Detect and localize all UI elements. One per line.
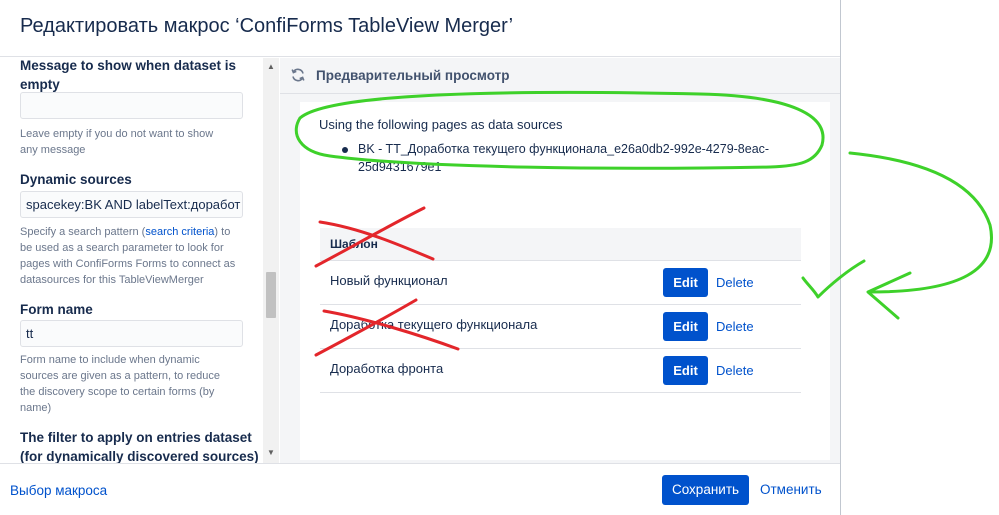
table-row: Новый функционал Edit Delete: [320, 261, 801, 305]
preview-header: Предварительный просмотр: [280, 58, 840, 94]
dynamic-sources-label: Dynamic sources: [20, 172, 132, 187]
row-template-name: Доработка текущего функционала: [330, 317, 538, 332]
filter-label: The filter to apply on entries dataset (…: [20, 428, 259, 463]
row-template-name: Новый функционал: [330, 273, 448, 288]
form-name-help-line4: name): [20, 402, 52, 414]
save-button[interactable]: Сохранить: [662, 475, 749, 505]
dialog-title: Редактировать макрос ‘ConfiForms TableVi…: [20, 15, 514, 37]
form-name-label: Form name: [20, 302, 93, 317]
form-name-help-line3: the discovery scope to certain forms (by: [20, 386, 215, 398]
table-header: Шаблон: [320, 228, 801, 261]
edit-button[interactable]: Edit: [663, 356, 708, 385]
refresh-icon[interactable]: [290, 67, 306, 83]
delete-link[interactable]: Delete: [716, 319, 754, 334]
delete-link[interactable]: Delete: [716, 275, 754, 290]
dialog-footer: Выбор макроса Сохранить Отменить: [0, 463, 840, 515]
scroll-up-arrow-icon[interactable]: ▲: [263, 62, 279, 72]
edit-button[interactable]: Edit: [663, 312, 708, 341]
empty-message-label: Message to show when dataset is empty: [20, 58, 236, 94]
filter-label-line2: (for dynamically discovered sources): [20, 449, 259, 463]
green-arrow-head-icon: [866, 271, 912, 320]
form-name-help-line1: Form name to include when dynamic: [20, 354, 200, 366]
macro-parameters-panel: Message to show when dataset is empty Le…: [0, 58, 262, 463]
empty-message-help: Leave empty if you do not want to show a…: [20, 126, 250, 158]
dynamic-sources-help-post: ) to: [214, 226, 231, 238]
data-source-item-line2: 25d9431679e1: [358, 160, 442, 174]
empty-message-label-line2: empty: [20, 77, 60, 92]
scroll-down-arrow-icon[interactable]: ▼: [263, 448, 279, 458]
form-name-help-line2: sources are given as a pattern, to reduc…: [20, 370, 220, 382]
dynamic-sources-help: Specify a search pattern (search criteri…: [20, 224, 250, 288]
empty-message-label-line1: Message to show when dataset is: [20, 58, 237, 73]
delete-link[interactable]: Delete: [716, 363, 754, 378]
dynamic-sources-input[interactable]: spacekey:BK AND labelText:доработ: [20, 191, 243, 218]
preview-title: Предварительный просмотр: [316, 68, 510, 83]
empty-message-help-line2: any message: [20, 144, 86, 156]
table-row: Доработка текущего функционала Edit Dele…: [320, 305, 801, 349]
filter-label-line1: The filter to apply on entries dataset: [20, 430, 252, 445]
cancel-link[interactable]: Отменить: [760, 482, 822, 497]
data-source-item: BK - TT_Доработка текущего функционала_e…: [358, 140, 808, 176]
preview-panel: Предварительный просмотр Using the follo…: [280, 58, 840, 463]
preview-content: Using the following pages as data source…: [300, 102, 830, 460]
empty-message-input[interactable]: [20, 92, 243, 119]
form-name-help: Form name to include when dynamic source…: [20, 352, 250, 416]
search-criteria-link[interactable]: search criteria: [145, 226, 214, 238]
parameters-scrollbar[interactable]: ▲ ▼: [263, 58, 279, 463]
form-name-input[interactable]: tt: [20, 320, 243, 347]
dynamic-sources-help-line3: pages with ConfiForms Forms to connect a…: [20, 258, 236, 270]
edit-button[interactable]: Edit: [663, 268, 708, 297]
table-row: Доработка фронта Edit Delete: [320, 349, 801, 393]
data-source-item-line1: BK - TT_Доработка текущего функционала_e…: [358, 142, 770, 156]
empty-message-help-line1: Leave empty if you do not want to show: [20, 128, 214, 140]
data-sources-heading: Using the following pages as data source…: [319, 117, 563, 132]
scroll-thumb[interactable]: [266, 272, 276, 318]
dynamic-sources-help-pre: Specify a search pattern (: [20, 226, 146, 238]
select-macro-link[interactable]: Выбор макроса: [10, 483, 107, 498]
row-template-name: Доработка фронта: [330, 361, 444, 376]
edit-macro-dialog: Редактировать макрос ‘ConfiForms TableVi…: [0, 0, 841, 515]
table-header-template: Шаблон: [330, 237, 378, 251]
dynamic-sources-help-line4: datasources for this TableViewMerger: [20, 274, 204, 286]
dynamic-sources-help-line2: be used as a search parameter to look fo…: [20, 242, 224, 254]
green-arrow-icon: [848, 151, 993, 294]
dialog-header: Редактировать макрос ‘ConfiForms TableVi…: [0, 0, 840, 57]
bullet-icon: [342, 147, 348, 153]
